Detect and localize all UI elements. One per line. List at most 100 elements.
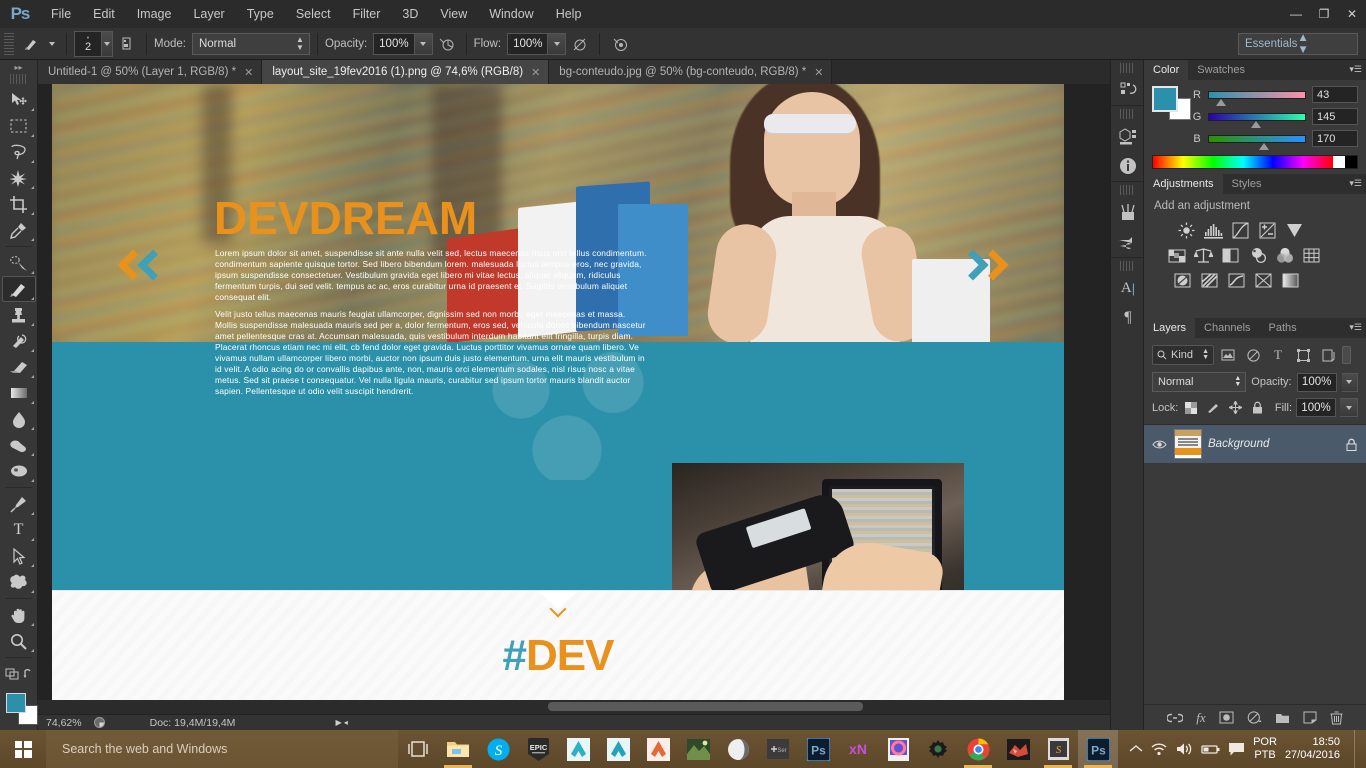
filter-toggle-switch[interactable] bbox=[1342, 346, 1351, 364]
brush-preset-preview-icon[interactable] bbox=[19, 33, 45, 55]
airbrush-toggle-icon[interactable] bbox=[113, 32, 139, 56]
layer-blend-mode-select[interactable]: Normal ▲ ▼ bbox=[1152, 372, 1247, 392]
clock[interactable]: 18:50 27/04/2016 bbox=[1285, 736, 1346, 762]
app-orange-icon[interactable] bbox=[638, 730, 678, 768]
pressure-size-icon[interactable] bbox=[607, 32, 633, 56]
lock-image-pixels-icon[interactable] bbox=[1204, 399, 1222, 417]
language-indicator[interactable]: POR PTB bbox=[1253, 736, 1277, 762]
app-teal-2-icon[interactable] bbox=[598, 730, 638, 768]
spectrum-strip[interactable] bbox=[1153, 156, 1333, 168]
chrome-icon[interactable] bbox=[958, 730, 998, 768]
start-button[interactable] bbox=[0, 730, 46, 768]
menu-select[interactable]: Select bbox=[285, 0, 342, 28]
volume-icon[interactable] bbox=[1176, 742, 1193, 756]
exposure-icon[interactable] bbox=[1255, 218, 1280, 243]
foreground-color-swatch[interactable] bbox=[6, 693, 26, 713]
document-tab-layout-site[interactable]: layout_site_19fev2016 (1).png @ 74,6% (R… bbox=[262, 60, 550, 84]
zoom-level[interactable]: 74,62% bbox=[38, 717, 90, 729]
default-colors-swap-icon[interactable] bbox=[2, 661, 36, 687]
tab-paths[interactable]: Paths bbox=[1259, 318, 1306, 338]
tab-swatches[interactable]: Swatches bbox=[1188, 60, 1254, 80]
carousel-prev-arrows[interactable] bbox=[117, 249, 170, 281]
close-tab-icon[interactable]: ✕ bbox=[814, 66, 823, 79]
fill-value[interactable]: 100% bbox=[1296, 398, 1336, 417]
layer-visibility-icon[interactable] bbox=[1150, 439, 1168, 450]
spot-healing-brush-tool[interactable] bbox=[2, 250, 36, 276]
hue-saturation-icon[interactable] bbox=[1164, 243, 1189, 268]
menu-3d[interactable]: 3D bbox=[391, 0, 429, 28]
show-hidden-icons-icon[interactable] bbox=[1129, 744, 1143, 754]
pen-tool[interactable] bbox=[2, 491, 36, 517]
flow-dropdown[interactable] bbox=[548, 32, 567, 55]
network-icon[interactable] bbox=[1151, 742, 1168, 756]
layer-style-icon[interactable]: fx bbox=[1196, 710, 1205, 726]
clone-stamp-tool[interactable] bbox=[2, 302, 36, 328]
eyedropper-tool[interactable] bbox=[2, 217, 36, 243]
dock-grip[interactable] bbox=[1120, 63, 1134, 73]
r-slider-thumb[interactable] bbox=[1216, 98, 1226, 106]
3d-panel-icon[interactable] bbox=[1111, 121, 1145, 151]
tab-channels[interactable]: Channels bbox=[1195, 318, 1260, 338]
lock-all-icon[interactable] bbox=[1248, 399, 1266, 417]
show-desktop-button[interactable] bbox=[1354, 730, 1360, 768]
menu-help[interactable]: Help bbox=[545, 0, 593, 28]
menu-image[interactable]: Image bbox=[126, 0, 183, 28]
restore-button[interactable]: ❐ bbox=[1310, 0, 1338, 28]
new-group-icon[interactable] bbox=[1275, 712, 1290, 724]
dark-app-icon[interactable]: Ser bbox=[758, 730, 798, 768]
panel-menu-icon[interactable]: ▾☰ bbox=[1349, 322, 1362, 333]
brush-size-field[interactable]: • 2 bbox=[74, 30, 113, 57]
color-app-icon[interactable] bbox=[878, 730, 918, 768]
opacity-value[interactable]: 100% bbox=[373, 32, 415, 55]
tools-grip[interactable] bbox=[10, 74, 27, 84]
xn-view-icon[interactable]: xN bbox=[838, 730, 878, 768]
workspace-select[interactable]: Essentials ▲ ▼ bbox=[1238, 32, 1358, 56]
path-selection-tool[interactable] bbox=[2, 543, 36, 569]
brush-tool[interactable] bbox=[1, 276, 36, 302]
filter-smart-object-icon[interactable] bbox=[1317, 345, 1339, 365]
filter-shape-icon[interactable] bbox=[1292, 345, 1314, 365]
taskbar-search-input[interactable]: Search the web and Windows bbox=[46, 730, 398, 768]
carousel-next-arrows[interactable] bbox=[956, 249, 1009, 281]
close-button[interactable]: ✕ bbox=[1338, 0, 1366, 28]
document-tab-untitled1[interactable]: Untitled-1 @ 50% (Layer 1, RGB/8) * ✕ bbox=[38, 60, 263, 84]
curves-icon[interactable] bbox=[1228, 218, 1253, 243]
menu-edit[interactable]: Edit bbox=[82, 0, 126, 28]
foreground-color-chip[interactable] bbox=[1152, 86, 1178, 112]
lock-transparent-pixels-icon[interactable] bbox=[1182, 399, 1200, 417]
new-fill-adjustment-icon[interactable] bbox=[1247, 711, 1262, 724]
layer-name[interactable]: Background bbox=[1208, 438, 1336, 450]
layer-opacity-value[interactable]: 100% bbox=[1296, 372, 1337, 392]
paragraph-panel-icon[interactable]: ¶ bbox=[1111, 303, 1145, 333]
color-spectrum-ramp[interactable] bbox=[1152, 155, 1358, 169]
menu-view[interactable]: View bbox=[429, 0, 478, 28]
gradient-map-icon[interactable] bbox=[1278, 268, 1303, 293]
status-expand-icon[interactable]: ▶ ◂ bbox=[335, 718, 347, 727]
filter-pixel-icon[interactable] bbox=[1217, 345, 1239, 365]
layer-opacity-dropdown[interactable] bbox=[1341, 372, 1358, 392]
horizontal-type-tool[interactable]: T bbox=[2, 517, 36, 543]
threshold-icon[interactable] bbox=[1224, 268, 1249, 293]
character-panel-icon[interactable]: A | bbox=[1111, 273, 1145, 303]
sponge-tool[interactable] bbox=[2, 458, 36, 484]
levels-icon[interactable] bbox=[1201, 218, 1226, 243]
document-tab-bg-conteudo[interactable]: bg-conteudo.jpg @ 50% (bg-conteudo, RGB/… bbox=[549, 60, 833, 84]
brush-preset-dropdown[interactable] bbox=[45, 41, 59, 46]
dodge-tool[interactable] bbox=[2, 432, 36, 458]
b-slider-thumb[interactable] bbox=[1259, 142, 1269, 150]
g-value[interactable]: 145 bbox=[1312, 108, 1358, 125]
menu-window[interactable]: Window bbox=[478, 0, 544, 28]
link-layers-icon[interactable] bbox=[1167, 713, 1184, 723]
posterize-icon[interactable] bbox=[1197, 268, 1222, 293]
layer-filter-kind-select[interactable]: Kind ▲ ▼ bbox=[1152, 345, 1214, 365]
filter-adjustment-icon[interactable] bbox=[1242, 345, 1264, 365]
airbrush-mode-icon[interactable] bbox=[566, 32, 592, 56]
epic-games-icon[interactable]: EPIC bbox=[518, 730, 558, 768]
zoom-tool[interactable] bbox=[2, 628, 36, 654]
panel-menu-icon[interactable]: ▾☰ bbox=[1349, 64, 1362, 75]
minimize-button[interactable]: — bbox=[1282, 0, 1310, 28]
r-value[interactable]: 43 bbox=[1312, 86, 1358, 103]
new-layer-icon[interactable] bbox=[1303, 711, 1317, 724]
brush-size-stepper[interactable] bbox=[102, 30, 113, 57]
lasso-tool[interactable] bbox=[2, 139, 36, 165]
